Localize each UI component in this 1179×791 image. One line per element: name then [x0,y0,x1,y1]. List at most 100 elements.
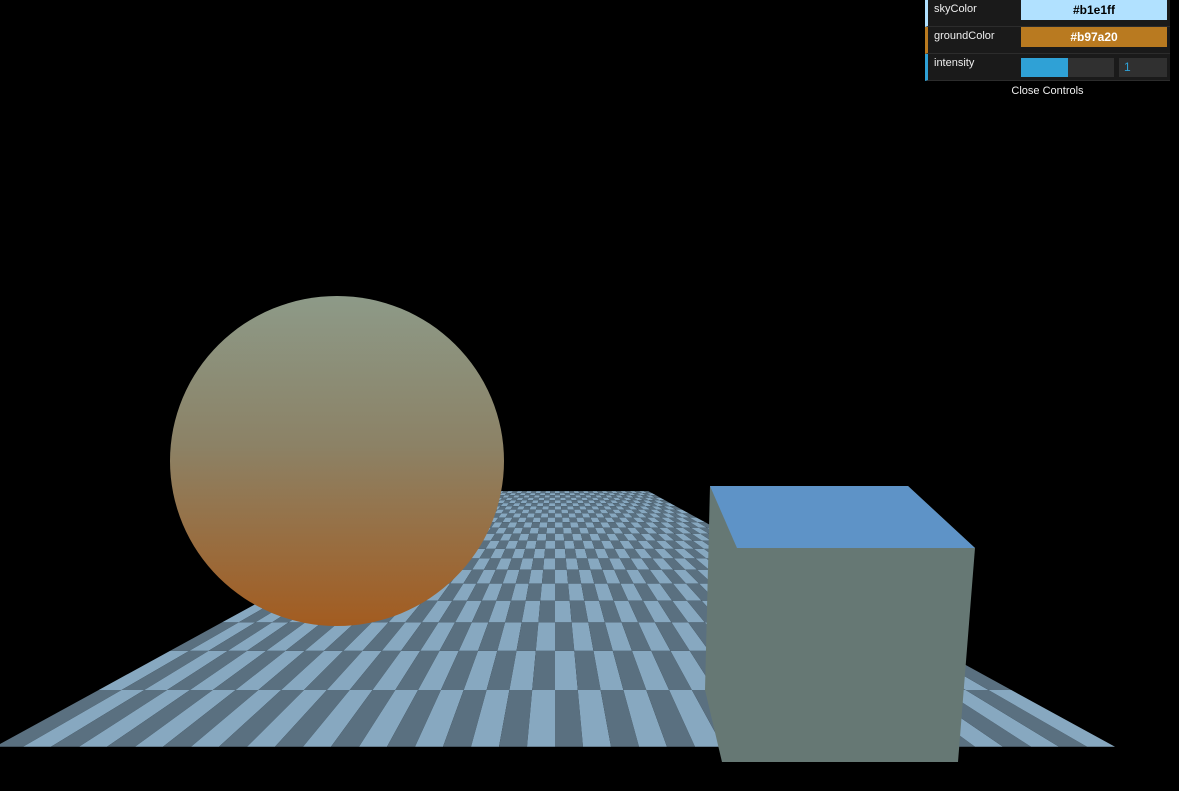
floor-tile [545,491,551,494]
floor-tile [531,522,540,528]
floor-tile [555,527,564,534]
floor-tile [555,517,563,523]
sphere [170,296,504,626]
floor-tile [566,569,582,584]
floor-tile [555,548,566,559]
floor-tile [549,503,555,507]
intensity-label: intensity [934,57,975,69]
floor-tile [532,517,541,523]
floor-tile [540,583,555,601]
floor-tile [559,491,565,494]
floor-tile [569,493,576,496]
intensity-row: intensity 1 [925,54,1170,81]
floor-tile [533,495,540,498]
floor-tile [562,522,571,528]
floor-tile [560,500,567,504]
intensity-slider-fill [1021,58,1068,77]
floor-tile [571,527,581,534]
floor-tile [560,497,566,501]
floor-tile [560,503,568,507]
floor-tile [539,522,548,528]
cube [705,486,975,762]
floor-tile [573,506,581,510]
floor-tile [555,493,560,496]
floor-tile [564,540,575,549]
floor-tile [534,509,543,514]
floor-tile [529,506,537,510]
floor-tile [555,513,563,518]
floor-tile [567,506,575,510]
floor-tile [564,548,577,559]
floor-tile [555,500,561,504]
floor-tile [533,548,546,559]
3d-scene-canvas[interactable] [0,0,1179,791]
floor-tile [565,558,579,570]
floor-tile [555,506,562,510]
floor-tile [540,517,548,523]
floor-tile [548,506,555,510]
sky-color-input[interactable]: #b1e1ff [1021,0,1167,20]
floor-tile [547,522,555,528]
close-controls-button[interactable]: Close Controls [925,81,1170,101]
floor-tile [543,558,555,570]
floor-tile [534,493,541,496]
floor-tile [537,527,547,534]
cube-top-face [710,486,975,548]
floor-tile [555,600,572,623]
floor-tile [572,503,580,507]
floor-tile [545,533,555,541]
intensity-slider[interactable] [1021,58,1114,77]
floor-tile [544,493,551,496]
floor-tile [542,503,550,507]
floor-tile [555,558,567,570]
floor-tile [563,527,573,534]
floor-tile [566,503,574,507]
floor-tile [574,493,581,496]
floor-tile [555,622,575,651]
floor-tile [540,491,546,494]
floor-tile [544,497,550,501]
floor-tile [544,495,550,498]
floor-tile [565,497,572,501]
floor-tile [536,503,544,507]
intensity-input[interactable]: 1 [1119,58,1167,77]
controls-panel: skyColor #b1e1ff groundColor #b97a20 int… [925,0,1170,101]
floor-tile [562,517,570,523]
floor-tile [549,500,555,504]
floor-tile [546,527,555,534]
floor-tile [570,497,577,501]
floor-tile [561,506,568,510]
floor-tile [571,500,578,504]
floor-tile [555,503,561,507]
floor-tile [555,569,569,584]
floor-tile [550,493,555,496]
floor-tile [560,495,566,498]
floor-tile [555,497,561,501]
ground-color-input[interactable]: #b97a20 [1021,27,1167,47]
floor-tile [530,503,538,507]
floor-tile [547,517,555,523]
ground-color-row: groundColor #b97a20 [925,27,1170,54]
floor-tile [555,650,578,690]
floor-tile [565,495,571,498]
floor-tile [555,540,565,549]
floor-tile [555,522,563,528]
floor-tile [539,493,546,496]
floor-tile [547,513,555,518]
floor-tile [535,622,555,651]
floor-tile [564,493,571,496]
floor-tile [548,509,555,514]
floor-tile [549,495,555,498]
floor-tile [533,497,540,501]
floor-tile [569,517,578,523]
floor-tile [568,513,577,518]
floor-tile [531,558,545,570]
floor-tile [545,540,555,549]
floor-tile [528,569,544,584]
sky-color-label: skyColor [934,3,977,15]
floor-tile [538,497,545,501]
floor-tile [570,495,577,498]
floor-tile [549,497,555,501]
floor-tile [559,493,566,496]
floor-tile [536,533,547,541]
